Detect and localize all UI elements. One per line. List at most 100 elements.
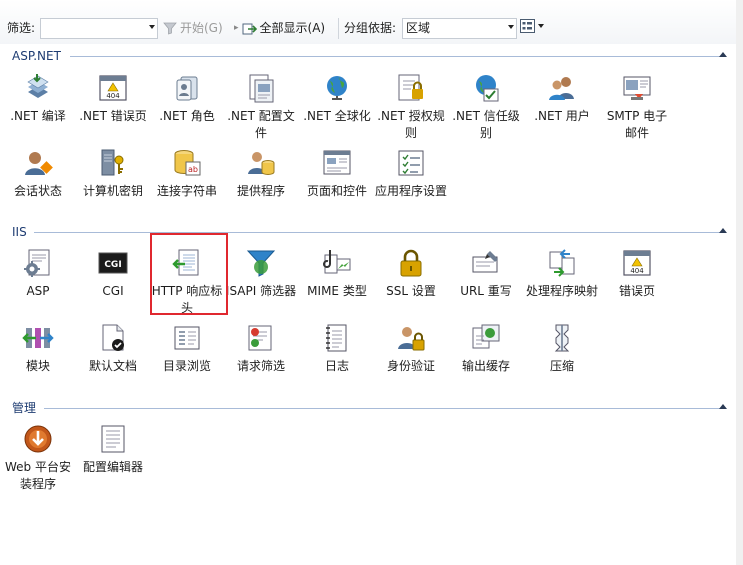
feature-item[interactable]: 输出缓存: [448, 322, 524, 375]
feature-item[interactable]: 默认文档: [75, 322, 151, 375]
request-filtering-icon: [245, 322, 277, 354]
mime-icon: [321, 247, 353, 279]
machine-key-icon: [97, 147, 129, 179]
feature-item[interactable]: .NET 信任级别: [448, 72, 524, 142]
compile-icon: [22, 72, 54, 104]
section-header-1[interactable]: IIS: [0, 225, 736, 239]
feature-item[interactable]: 页面和控件: [299, 147, 375, 200]
feature-item[interactable]: 提供程序: [223, 147, 299, 200]
section-divider: [34, 232, 720, 233]
users-icon: [546, 72, 578, 104]
feature-item[interactable]: .NET 角色: [149, 72, 225, 125]
feature-item[interactable]: MIME 类型: [299, 247, 375, 300]
feature-label: .NET 错误页: [79, 109, 147, 123]
feature-item[interactable]: SMTP 电子邮件: [599, 72, 675, 142]
chevron-down-icon[interactable]: [508, 25, 514, 29]
feature-item[interactable]: ASP: [0, 247, 76, 300]
start-label: 开始(G): [180, 21, 223, 35]
feature-label: 错误页: [618, 284, 655, 298]
feature-label: 配置编辑器: [82, 460, 143, 474]
group-by-value: 区域: [406, 21, 431, 35]
feature-item[interactable]: ab 连接字符串: [149, 147, 225, 200]
feature-item[interactable]: 目录浏览: [149, 322, 225, 375]
feature-label: 压缩: [549, 359, 574, 373]
connection-string-icon: ab: [171, 147, 203, 179]
web-platform-installer-icon: [22, 423, 54, 455]
feature-item[interactable]: .NET 授权规则: [373, 72, 449, 142]
feature-item[interactable]: SSL 设置: [373, 247, 449, 300]
directory-browsing-icon: [171, 322, 203, 354]
section-header-2[interactable]: 管理: [0, 401, 736, 415]
chevron-down-icon[interactable]: [149, 25, 155, 29]
feature-item[interactable]: .NET 编译: [0, 72, 76, 125]
feature-item[interactable]: 应用程序设置: [373, 147, 449, 200]
feature-item[interactable]: Web 平台安装程序: [0, 423, 76, 493]
collapse-caret-icon[interactable]: [719, 52, 727, 57]
svg-text:404: 404: [630, 267, 644, 275]
feature-label: Web 平台安装程序: [5, 460, 71, 491]
feature-item[interactable]: .NET 全球化: [299, 72, 375, 125]
feature-label: ASP: [26, 284, 50, 298]
feature-label: 提供程序: [236, 184, 285, 198]
group-by-select[interactable]: 区域: [402, 18, 517, 39]
feature-label: 请求筛选: [236, 359, 285, 373]
view-grid-icon: [520, 19, 535, 33]
start-button[interactable]: 开始(G): [163, 20, 223, 37]
filter-input[interactable]: [40, 18, 158, 39]
profile-icon: [245, 72, 277, 104]
feature-item[interactable]: ISAPI 筛选器: [223, 247, 299, 300]
feature-item[interactable]: .NET 用户: [524, 72, 600, 125]
auth-rules-icon: [395, 72, 427, 104]
feature-label: 处理程序映射: [526, 284, 599, 298]
feature-item[interactable]: 处理程序映射: [524, 247, 600, 300]
svg-text:CGI: CGI: [104, 260, 121, 270]
feature-item[interactable]: 会话状态: [0, 147, 76, 200]
lock-icon: [395, 247, 427, 279]
feature-item[interactable]: URL 重写: [448, 247, 524, 300]
section-divider: [44, 408, 720, 409]
feature-item[interactable]: CGI CGI: [75, 247, 151, 300]
show-all-button[interactable]: ▸ 全部显示(A): [234, 20, 325, 37]
feature-item[interactable]: 404 .NET 错误页: [75, 72, 151, 125]
feature-item[interactable]: 404 错误页: [599, 247, 675, 300]
feature-label: MIME 类型: [307, 284, 367, 298]
globe-icon: [321, 72, 353, 104]
feature-item[interactable]: 配置编辑器: [75, 423, 151, 476]
smtp-icon: [621, 72, 653, 104]
chevron-right-icon: ▸: [234, 23, 239, 33]
chevron-down-icon[interactable]: [538, 24, 544, 28]
cgi-icon: CGI: [97, 247, 129, 279]
feature-item[interactable]: 计算机密钥: [75, 147, 151, 200]
toolbar-separator: [338, 18, 339, 39]
svg-text:404: 404: [106, 92, 120, 100]
modules-icon: [22, 322, 54, 354]
feature-label: CGI: [102, 284, 124, 298]
section-title: IIS: [12, 225, 27, 239]
collapse-caret-icon[interactable]: [719, 404, 727, 409]
feature-item[interactable]: .NET 配置文件: [223, 72, 299, 142]
authentication-icon: [395, 322, 427, 354]
filter-label: 筛选:: [7, 21, 36, 35]
feature-label: 日志: [324, 359, 349, 373]
feature-label: 默认文档: [88, 359, 137, 373]
feature-label: 身份验证: [386, 359, 435, 373]
feature-item[interactable]: 压缩: [524, 322, 600, 375]
feature-label: .NET 编译: [10, 109, 66, 123]
output-cache-icon: [470, 322, 502, 354]
section-header-0[interactable]: ASP.NET: [0, 49, 736, 63]
scrollbar[interactable]: [736, 0, 743, 565]
feature-item[interactable]: 请求筛选: [223, 322, 299, 375]
feature-item[interactable]: 身份验证: [373, 322, 449, 375]
feature-item[interactable]: 日志: [299, 322, 375, 375]
isapi-filter-icon: [245, 247, 277, 279]
collapse-caret-icon[interactable]: [719, 228, 727, 233]
error-404-icon: 404: [97, 72, 129, 104]
feature-label: SMTP 电子邮件: [606, 109, 668, 140]
feature-label: 模块: [25, 359, 50, 373]
group-by-label: 分组依据:: [344, 21, 397, 35]
feature-item[interactable]: 模块: [0, 322, 76, 375]
default-document-icon: [97, 322, 129, 354]
roles-icon: [171, 72, 203, 104]
feature-label: 应用程序设置: [375, 184, 448, 198]
view-mode-button[interactable]: [520, 19, 544, 33]
